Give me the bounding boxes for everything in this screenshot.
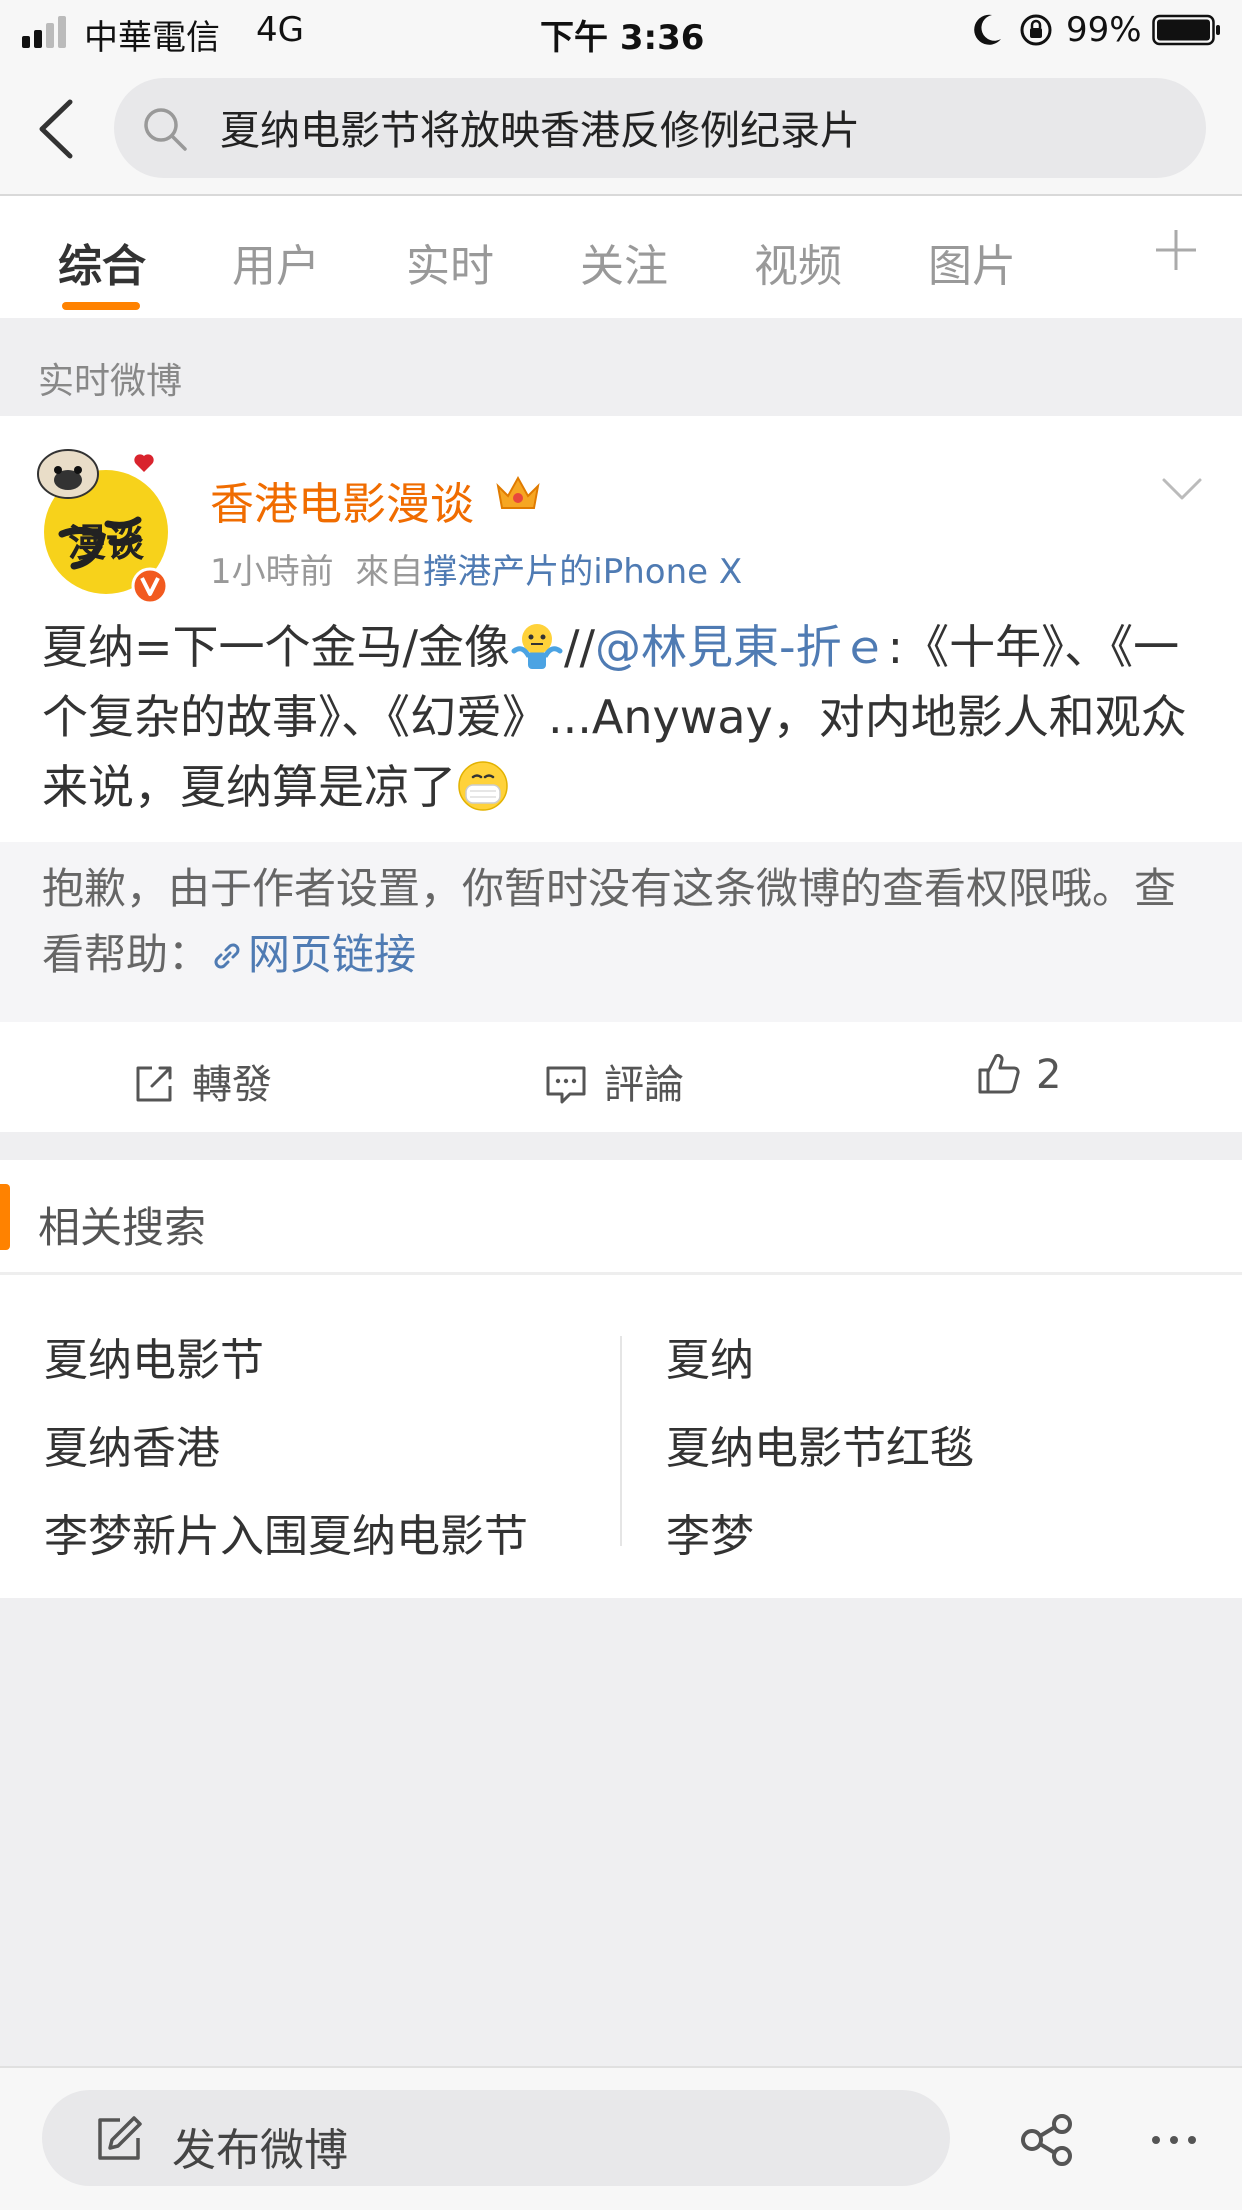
- tab-all[interactable]: 综合: [58, 230, 146, 294]
- repost-button[interactable]: 轉發: [132, 1052, 272, 1110]
- post-source-prefix: 來自: [355, 552, 424, 592]
- repost-label: 轉發: [192, 1062, 272, 1108]
- like-button[interactable]: 2: [976, 1052, 1061, 1098]
- battery-icon: [1152, 14, 1220, 46]
- post-text-part2: //: [564, 620, 596, 674]
- more-icon[interactable]: [1150, 2134, 1198, 2146]
- plus-icon[interactable]: [1152, 226, 1200, 274]
- repost-icon: [136, 1066, 172, 1102]
- related-item[interactable]: 李梦新片入围夏纳电影节: [44, 1500, 528, 1564]
- related-item[interactable]: 李梦: [666, 1500, 754, 1564]
- moon-icon: [974, 14, 1001, 45]
- related-item[interactable]: 夏纳电影节: [44, 1324, 264, 1388]
- avatar-text: 漫谈: [68, 520, 145, 565]
- section-label: 实时微博: [38, 361, 183, 402]
- related-title: 相关搜索: [38, 1203, 207, 1252]
- post-source[interactable]: 撑港产片的iPhone X: [423, 552, 742, 592]
- comment-icon: [546, 1066, 586, 1104]
- divider: [620, 1336, 622, 1546]
- tab-images[interactable]: 图片: [928, 230, 1016, 294]
- avatar[interactable]: 漫谈: [32, 438, 172, 608]
- rotation-lock-icon: [1020, 14, 1052, 46]
- mask-face-emoji-icon: [458, 761, 508, 811]
- thumbs-up-icon: [978, 1053, 1020, 1094]
- network-label: 4G: [256, 10, 304, 50]
- tab-following[interactable]: 关注: [580, 230, 668, 294]
- divider: [0, 1272, 1242, 1275]
- search-query-text: 夏纳电影节将放映香港反修例纪录片: [220, 108, 860, 154]
- crown-icon: [496, 475, 540, 509]
- share-icon[interactable]: [1020, 2114, 1074, 2166]
- weibo-post-card: 漫谈 香港电影漫谈 1小時前 來自撑港产片的iPhone X 夏纳=下一个金马/…: [0, 416, 1242, 1132]
- link-icon: [214, 943, 240, 969]
- chevron-down-icon[interactable]: [1160, 476, 1204, 502]
- post-text-part1: 夏纳=下一个金马/金像: [42, 620, 511, 674]
- related-item[interactable]: 夏纳: [666, 1324, 754, 1388]
- related-item[interactable]: 夏纳香港: [44, 1412, 220, 1476]
- compose-icon: [98, 2116, 142, 2160]
- bottom-bar: 发布微博: [0, 2066, 1242, 2210]
- search-tabs: 综合 用户 实时 关注 视频 图片: [0, 196, 1242, 318]
- post-actions: 轉發 評論 2: [0, 1022, 1242, 1132]
- web-link-label: 网页链接: [248, 930, 417, 979]
- back-arrow-icon[interactable]: [30, 96, 80, 162]
- search-input[interactable]: 夏纳电影节将放映香港反修例纪录片: [114, 78, 1206, 178]
- tab-videos[interactable]: 视频: [754, 230, 842, 294]
- search-icon: [144, 108, 187, 151]
- related-item[interactable]: 夏纳电影节红毯: [666, 1412, 974, 1476]
- post-username[interactable]: 香港电影漫谈: [210, 468, 474, 532]
- tab-realtime[interactable]: 实时: [406, 230, 494, 294]
- search-header: 夏纳电影节将放映香港反修例纪录片: [0, 62, 1242, 196]
- tab-users[interactable]: 用户: [232, 230, 320, 294]
- related-accent-bar: [0, 1184, 10, 1250]
- related-searches: 相关搜索 夏纳电影节 夏纳 夏纳香港 夏纳电影节红毯 李梦新片入围夏纳电影节 李…: [0, 1160, 1242, 1598]
- post-body: 夏纳=下一个金马/金像 //@林見東-折ｅ:《十年》、《一个复杂的故事》、《幻爱…: [42, 612, 1202, 822]
- post-mention-link[interactable]: @林見東-折ｅ: [595, 620, 888, 674]
- signal-icon: [22, 16, 66, 48]
- shrug-emoji-icon: [511, 624, 563, 669]
- like-count: 2: [1036, 1052, 1062, 1098]
- battery-percent: 99%: [1066, 10, 1142, 50]
- comment-button[interactable]: 評論: [544, 1052, 684, 1110]
- clock: 下午 3:36: [540, 18, 705, 58]
- comment-label: 評論: [604, 1062, 684, 1108]
- compose-label: 发布微博: [172, 2125, 348, 2176]
- compose-button[interactable]: 发布微博: [42, 2090, 950, 2186]
- status-bar: 中華電信 4G 下午 3:36 99%: [0, 0, 1242, 62]
- permission-notice: 抱歉，由于作者设置，你暂时没有这条微博的查看权限哦。查看帮助： 网页链接: [0, 842, 1242, 1022]
- web-link[interactable]: 网页链接: [210, 930, 416, 979]
- post-meta: 1小時前 來自撑港产片的iPhone X: [210, 544, 742, 593]
- carrier-label: 中華電信: [84, 18, 220, 58]
- post-time: 1小時前: [210, 552, 334, 592]
- active-tab-indicator: [62, 302, 140, 310]
